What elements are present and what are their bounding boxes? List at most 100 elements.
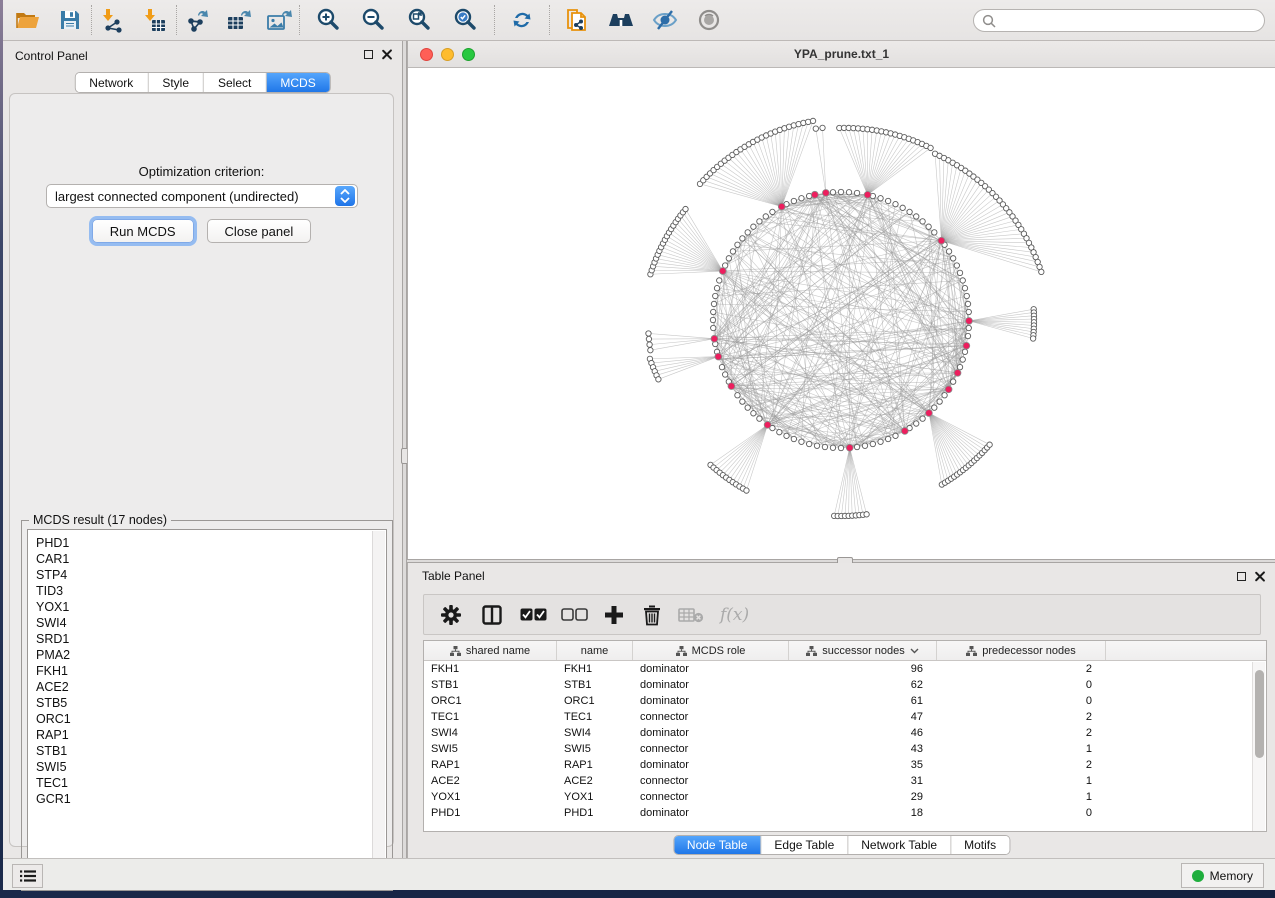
table-header-row: shared namenameMCDS rolesuccessor nodesp… bbox=[424, 641, 1266, 661]
close-panel-icon[interactable] bbox=[382, 49, 392, 59]
global-search-field[interactable] bbox=[973, 9, 1265, 32]
cell-successor-nodes: 35 bbox=[789, 757, 937, 773]
cell-shared-name: STB1 bbox=[424, 677, 557, 693]
open-file-icon[interactable] bbox=[13, 5, 43, 35]
tab-edge-table[interactable]: Edge Table bbox=[761, 836, 848, 854]
column-header-successor-nodes[interactable]: successor nodes bbox=[789, 641, 937, 660]
deselect-all-checkboxes-icon[interactable] bbox=[561, 600, 588, 630]
cell-name: SWI4 bbox=[557, 725, 633, 741]
result-list-scrollbar[interactable] bbox=[372, 531, 385, 883]
table-panel: Table Panel bbox=[407, 563, 1275, 858]
cell-name: FKH1 bbox=[557, 661, 633, 677]
memory-label: Memory bbox=[1210, 869, 1253, 883]
export-table-icon[interactable] bbox=[223, 5, 253, 35]
close-panel-button[interactable]: Close panel bbox=[207, 219, 312, 243]
network-window-titlebar: YPA_prune.txt_1 bbox=[408, 41, 1275, 68]
float-panel-icon[interactable] bbox=[364, 50, 373, 59]
network-graph[interactable] bbox=[408, 68, 1275, 559]
table-scrollbar[interactable] bbox=[1252, 662, 1265, 831]
search-network-binoculars-icon[interactable] bbox=[606, 5, 636, 35]
mcds-result-item: YOX1 bbox=[36, 599, 378, 615]
mcds-result-item: PHD1 bbox=[36, 535, 378, 551]
mcds-result-groupbox: MCDS result (17 nodes) PHD1CAR1STP4TID3Y… bbox=[21, 520, 393, 891]
tab-mcds[interactable]: MCDS bbox=[266, 73, 329, 92]
run-mcds-button[interactable]: Run MCDS bbox=[92, 219, 194, 243]
table-scrollbar-thumb[interactable] bbox=[1255, 670, 1264, 758]
tab-select[interactable]: Select bbox=[204, 73, 266, 92]
table-panel-title: Table Panel bbox=[422, 569, 485, 583]
table-row-TEC1[interactable]: TEC1TEC1connector472 bbox=[424, 709, 1266, 725]
column-header-name[interactable]: name bbox=[557, 641, 633, 660]
cell-predecessor-nodes: 0 bbox=[937, 805, 1106, 821]
table-row-ORC1[interactable]: ORC1ORC1dominator610 bbox=[424, 693, 1266, 709]
network-window-title: YPA_prune.txt_1 bbox=[408, 47, 1275, 61]
show-panel-list-button[interactable] bbox=[12, 864, 43, 888]
table-row-FKH1[interactable]: FKH1FKH1dominator962 bbox=[424, 661, 1266, 677]
close-panel-icon[interactable] bbox=[1255, 571, 1265, 581]
tab-network[interactable]: Network bbox=[75, 73, 148, 92]
delete-row-trash-icon[interactable] bbox=[642, 600, 662, 630]
app-window: Control Panel NetworkStyleSelectMCDS Opt… bbox=[3, 0, 1275, 890]
cell-name: ORC1 bbox=[557, 693, 633, 709]
export-network-icon[interactable] bbox=[183, 5, 213, 35]
search-input[interactable] bbox=[1001, 12, 1264, 30]
table-row-SWI5[interactable]: SWI5SWI5connector431 bbox=[424, 741, 1266, 757]
column-header-MCDS-role[interactable]: MCDS role bbox=[633, 641, 789, 660]
memory-button[interactable]: Memory bbox=[1181, 863, 1264, 888]
tab-network-table[interactable]: Network Table bbox=[848, 836, 951, 854]
save-session-icon[interactable] bbox=[55, 5, 85, 35]
tab-node-table[interactable]: Node Table bbox=[674, 836, 762, 854]
criterion-dropdown[interactable]: largest connected component (undirected) bbox=[46, 184, 358, 208]
cell-name: SWI5 bbox=[557, 741, 633, 757]
graph-nodes[interactable] bbox=[646, 118, 1044, 518]
show-graphics-details-icon[interactable] bbox=[694, 5, 724, 35]
import-table-icon[interactable] bbox=[140, 5, 170, 35]
function-builder-icon[interactable]: f(x) bbox=[720, 600, 749, 630]
table-row-STB1[interactable]: STB1STB1dominator620 bbox=[424, 677, 1266, 693]
table-row-SWI4[interactable]: SWI4SWI4dominator462 bbox=[424, 725, 1266, 741]
show-column-icon[interactable] bbox=[482, 600, 502, 630]
cell-shared-name: ACE2 bbox=[424, 773, 557, 789]
column-header-shared-name[interactable]: shared name bbox=[424, 641, 557, 660]
mcds-result-item: FKH1 bbox=[36, 663, 378, 679]
tab-motifs[interactable]: Motifs bbox=[951, 836, 1009, 854]
float-panel-icon[interactable] bbox=[1237, 572, 1246, 581]
import-network-icon[interactable] bbox=[98, 5, 128, 35]
mcds-result-item: CAR1 bbox=[36, 551, 378, 567]
cell-predecessor-nodes: 2 bbox=[937, 725, 1106, 741]
add-row-icon[interactable] bbox=[604, 600, 624, 630]
delete-table-icon[interactable] bbox=[678, 600, 704, 630]
share-network-document-icon[interactable] bbox=[561, 5, 591, 35]
table-row-ACE2[interactable]: ACE2ACE2connector311 bbox=[424, 773, 1266, 789]
select-all-checkboxes-icon[interactable] bbox=[520, 600, 547, 630]
column-header-predecessor-nodes[interactable]: predecessor nodes bbox=[937, 641, 1106, 660]
zoom-out-icon[interactable] bbox=[358, 5, 388, 35]
toolbar-separator bbox=[494, 5, 495, 35]
search-icon bbox=[982, 14, 996, 28]
cell-successor-nodes: 29 bbox=[789, 789, 937, 805]
cell-MCDS-role: dominator bbox=[633, 693, 789, 709]
table-toolbar: f(x) bbox=[423, 594, 1261, 635]
table-row-RAP1[interactable]: RAP1RAP1dominator352 bbox=[424, 757, 1266, 773]
table-row-YOX1[interactable]: YOX1YOX1connector291 bbox=[424, 789, 1266, 805]
zoom-selected-icon[interactable] bbox=[450, 5, 480, 35]
cell-MCDS-role: dominator bbox=[633, 805, 789, 821]
hide-graphics-details-icon[interactable] bbox=[650, 5, 680, 35]
table-row-PHD1[interactable]: PHD1PHD1dominator180 bbox=[424, 805, 1266, 821]
cell-predecessor-nodes: 1 bbox=[937, 789, 1106, 805]
column-settings-gear-icon[interactable] bbox=[440, 600, 462, 630]
refresh-icon[interactable] bbox=[507, 5, 537, 35]
zoom-fit-icon[interactable] bbox=[404, 5, 434, 35]
zoom-in-icon[interactable] bbox=[313, 5, 343, 35]
export-image-icon[interactable] bbox=[263, 5, 293, 35]
cell-MCDS-role: dominator bbox=[633, 677, 789, 693]
dropdown-stepper-icon bbox=[335, 186, 355, 206]
cell-predecessor-nodes: 2 bbox=[937, 661, 1106, 677]
mcds-result-item: RAP1 bbox=[36, 727, 378, 743]
cell-shared-name: RAP1 bbox=[424, 757, 557, 773]
control-panel-titlebar: Control Panel bbox=[3, 41, 402, 70]
cell-name: TEC1 bbox=[557, 709, 633, 725]
network-canvas[interactable] bbox=[408, 68, 1275, 559]
tab-style[interactable]: Style bbox=[148, 73, 204, 92]
cell-MCDS-role: connector bbox=[633, 789, 789, 805]
